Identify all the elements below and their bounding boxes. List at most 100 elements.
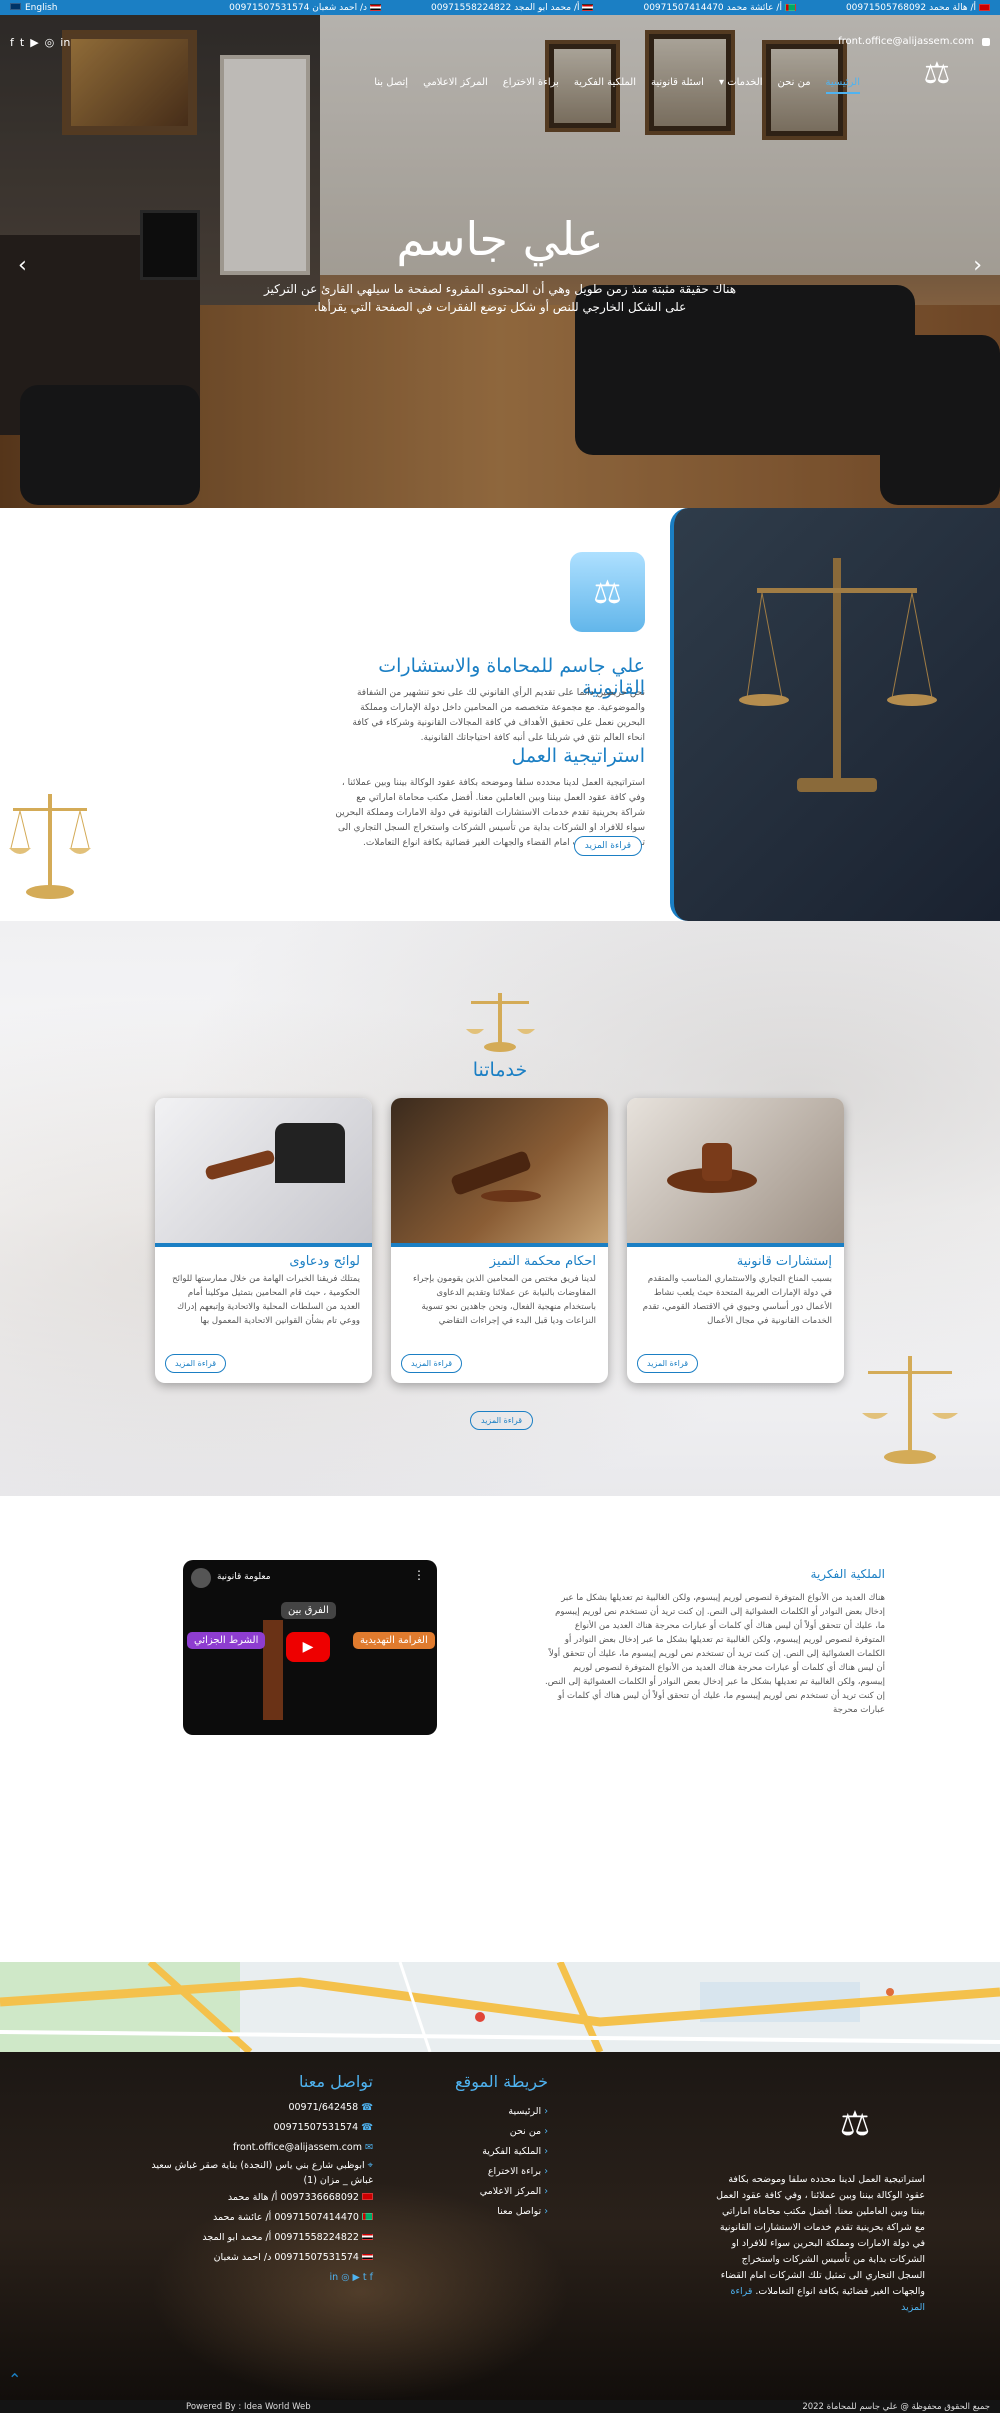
contact-person[interactable]: 00971507531574 د/ احمد شعبان <box>143 2248 373 2268</box>
service-card-title: لوائح ودعاوى <box>289 1254 360 1269</box>
slider-next-arrow-icon[interactable]: › <box>973 253 982 278</box>
youtube-icon[interactable]: ▶ <box>353 2272 360 2283</box>
services-section: خدماتنا إستشارات قانونية بسبب المناخ الت… <box>0 921 1000 1496</box>
location-pin-icon: ⌖ <box>367 2160 373 2171</box>
about-logo-icon: ⚖ <box>570 552 645 632</box>
service-read-more-button[interactable]: قراءة المزيد <box>637 1354 699 1373</box>
hero-lead: هناك حقيقة مثبتة منذ زمن طويل وهي أن الم… <box>263 282 737 314</box>
uae-flag-icon <box>362 2213 373 2220</box>
sitemap-link[interactable]: ‹ من نحن <box>480 2122 548 2142</box>
facebook-icon[interactable]: f <box>10 36 14 49</box>
bahrain-flag-icon <box>362 2193 373 2200</box>
nav-services[interactable]: الخدمات ▾ <box>719 77 763 94</box>
contact-phone[interactable]: ☎ 00971/642458 <box>143 2098 373 2118</box>
chevron-down-icon: ▾ <box>718 77 724 88</box>
nav-patent[interactable]: براءة الاختراع <box>503 77 559 94</box>
about-read-more-button[interactable]: قراءة المزيد <box>573 836 642 856</box>
footer-logo[interactable]: ⚖ <box>830 2094 880 2154</box>
mail-icon <box>982 37 990 46</box>
twitter-icon[interactable]: t <box>20 36 24 49</box>
linkedin-icon[interactable]: in <box>60 36 70 49</box>
mail-icon: ✉ <box>365 2142 373 2153</box>
contact-email[interactable]: ✉ front.office@alijassem.com <box>143 2138 373 2158</box>
services-read-more-button[interactable]: قراءة المزيد <box>470 1411 534 1430</box>
main-navbar: front.office@alijassem.com f t ▶ ◎ in ⚖ … <box>0 30 1000 100</box>
service-read-more-button[interactable]: قراءة المزيد <box>401 1354 463 1373</box>
site-footer: ⚖ استراتيجية العمل لدينا محدده سلفا وموض… <box>0 2052 1000 2400</box>
location-map[interactable] <box>0 1962 1000 2052</box>
egypt-flag-icon <box>362 2233 373 2240</box>
services-title: خدماتنا <box>472 1059 528 1081</box>
service-card-title: احكام محكمة التميز <box>489 1254 596 1269</box>
chevron-left-icon: ‹ <box>544 2186 548 2197</box>
nav-contact[interactable]: إتصل بنا <box>374 77 408 94</box>
video-tag: الشرط الجزائي <box>187 1632 266 1649</box>
channel-name: معلومة قانونية <box>217 1572 271 1582</box>
hero-slider: front.office@alijassem.com f t ▶ ◎ in ⚖ … <box>0 15 1000 508</box>
scroll-top-arrow-icon[interactable]: ⌃ <box>8 2370 21 2389</box>
social-links: f t ▶ ◎ in <box>10 36 70 49</box>
linkedin-icon[interactable]: in <box>330 2272 339 2283</box>
map-canvas <box>0 1962 1000 2052</box>
chevron-left-icon: ‹ <box>544 2106 548 2117</box>
footer-about: استراتيجية العمل لدينا محدده سلفا وموضحه… <box>716 2174 925 2313</box>
chevron-left-icon: ‹ <box>544 2166 548 2177</box>
play-icon[interactable]: ▶ <box>286 1632 330 1662</box>
slider-prev-arrow-icon[interactable]: ‹ <box>18 253 27 278</box>
sitemap-link[interactable]: ‹ المركز الاعلامي <box>480 2182 548 2202</box>
top-contact-4[interactable]: 00971507531574 د/ احمد شعبان <box>229 3 381 13</box>
top-left-group: English <box>10 2 58 13</box>
site-logo[interactable]: ⚖ <box>912 46 962 101</box>
contact-person[interactable]: 00971558224822 أ/ محمد ابو المجد <box>143 2228 373 2248</box>
twitter-icon[interactable]: t <box>363 2272 367 2283</box>
service-card-text: لدينا فريق مختص من المحامين الذين يقومون… <box>412 1274 596 1326</box>
sitemap-link[interactable]: ‹ براءة الاختراع <box>480 2162 548 2182</box>
service-card[interactable]: إستشارات قانونية بسبب المناخ التجاري وال… <box>627 1098 844 1383</box>
youtube-icon[interactable]: ▶ <box>30 36 38 49</box>
intellectual-property-block: الملكية الفكرية هناك العديد من الأنواع ا… <box>545 1567 885 1717</box>
contact-person[interactable]: 00971507414470 أ/ عائشة محمد <box>143 2208 373 2228</box>
facebook-icon[interactable]: f <box>370 2272 373 2283</box>
more-vertical-icon[interactable]: ⋮ <box>413 1568 425 1582</box>
contact-mobile[interactable]: ☎ 00971507531574 <box>143 2118 374 2138</box>
service-card-title: إستشارات قانونية <box>736 1254 832 1269</box>
service-card-text: يمتلك فريقنا الخبرات الهامة من خلال ممار… <box>172 1274 360 1326</box>
instagram-icon[interactable]: ◎ <box>45 36 55 49</box>
copyright-bar: جميع الحقوق محفوظة @ علي جاسم للمحاماة 2… <box>0 2400 1000 2413</box>
about-intro: نحن حريصين دائما على تقديم الرأي القانون… <box>352 688 645 743</box>
top-contact-bar: 00971505768092 أ/ هالة محمد 0097150741447… <box>0 0 1000 15</box>
chevron-left-icon: ‹ <box>544 2206 548 2217</box>
service-image <box>627 1098 844 1243</box>
contact-title: تواصل معنا <box>299 2072 373 2091</box>
nav-media-center[interactable]: المركز الاعلامي <box>423 77 488 94</box>
video-tag: الفرق بين <box>281 1602 336 1619</box>
language-switch[interactable]: English <box>25 3 58 13</box>
sitemap-title: خريطة الموقع <box>455 2072 548 2091</box>
top-lang-email: English <box>10 2 58 13</box>
footer-social-links: in ◎ ▶ t f <box>143 2268 374 2288</box>
bahrain-flag-icon <box>979 4 990 11</box>
legal-title: الملكية الفكرية <box>810 1567 885 1581</box>
service-image <box>391 1098 608 1243</box>
service-card[interactable]: لوائح ودعاوى يمتلك فريقنا الخبرات الهامة… <box>155 1098 372 1383</box>
nav-legal-questions[interactable]: اسئلة قانونية <box>651 77 704 94</box>
chevron-left-icon: ‹ <box>544 2146 548 2157</box>
sitemap-link[interactable]: ‹ تواصل معنا <box>480 2202 548 2222</box>
service-read-more-button[interactable]: قراءة المزيد <box>165 1354 227 1373</box>
nav-home[interactable]: الرئيسية <box>825 77 860 94</box>
top-contact-2[interactable]: 00971507414470 أ/ عائشة محمد <box>643 3 796 13</box>
powered-by[interactable]: Powered By : Idea World Web <box>186 2402 311 2412</box>
phone-icon: ☎ <box>361 2122 373 2133</box>
youtube-embed[interactable]: معلومة قانونية ⋮ الفرق بين الغرامة التهد… <box>183 1560 437 1735</box>
nav-about[interactable]: من نحن <box>778 77 811 94</box>
top-contact-3[interactable]: 00971558224822 أ/ محمد ابو المجد <box>431 3 594 13</box>
service-card[interactable]: احكام محكمة التميز لدينا فريق مختص من ال… <box>391 1098 608 1383</box>
sitemap-link[interactable]: ‹ الملكية الفكرية <box>480 2142 548 2162</box>
sitemap-link[interactable]: ‹ الرئيسية <box>480 2102 548 2122</box>
contact-list: ☎ 00971/642458 ☎ 00971507531574 ✉ front.… <box>143 2098 373 2288</box>
chevron-left-icon: ‹ <box>544 2126 548 2137</box>
nav-intellectual-property[interactable]: الملكية الفكرية <box>574 77 636 94</box>
instagram-icon[interactable]: ◎ <box>341 2272 349 2283</box>
contact-person[interactable]: 0097336668092 أ/ هالة محمد <box>143 2188 373 2208</box>
top-contact-1[interactable]: 00971505768092 أ/ هالة محمد <box>846 3 990 13</box>
